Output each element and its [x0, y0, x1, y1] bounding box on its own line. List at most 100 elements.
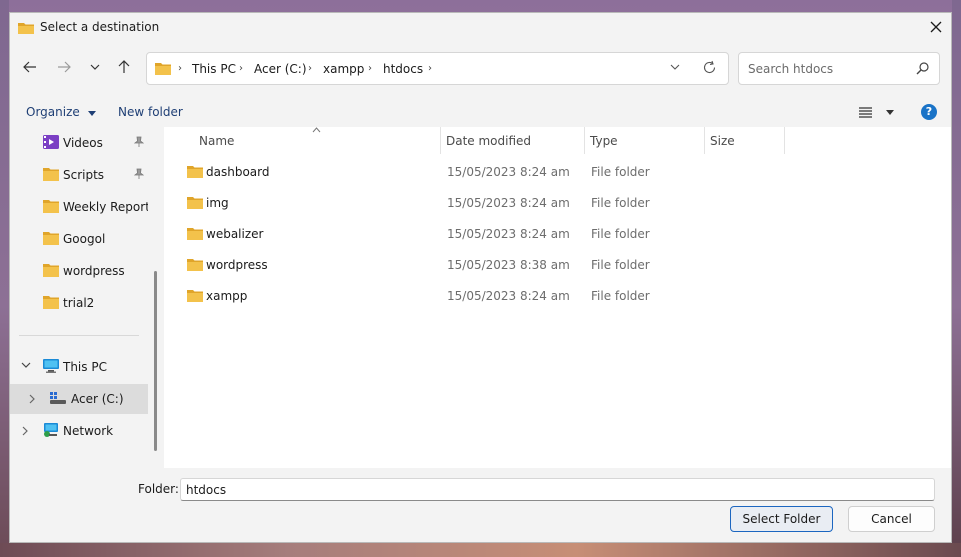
breadcrumb-xampp[interactable]: xampp [323, 62, 364, 76]
file-name: webalizer [206, 227, 264, 241]
file-list: Name Date modified Type Size dashboard 1… [164, 127, 951, 468]
nav-item-label: Googol [63, 232, 106, 246]
folder-name-input[interactable] [180, 478, 935, 501]
nav-item-wordpress[interactable]: wordpress [10, 256, 148, 286]
folder-icon [43, 296, 59, 309]
nav-item-label: wordpress [63, 264, 125, 278]
file-date: 15/05/2023 8:38 am [447, 258, 570, 272]
chevron-right-icon[interactable] [29, 394, 36, 404]
nav-item-weekly-reporting[interactable]: Weekly Reportin [10, 192, 148, 222]
select-destination-dialog: Select a destination › This PC › Acer (C… [9, 12, 952, 543]
column-header-date[interactable]: Date modified [440, 127, 584, 154]
nav-item-label: Weekly Reportin [63, 200, 148, 214]
forward-button[interactable] [52, 55, 76, 79]
chevron-down-icon[interactable] [21, 362, 31, 369]
desktop-wallpaper-bottom [0, 543, 961, 557]
chevron-right-icon: › [368, 63, 372, 74]
breadcrumb-acer-c[interactable]: Acer (C:) [254, 62, 307, 76]
column-header-label: Size [710, 134, 735, 148]
navigation-pane: Videos Scripts Weekly Reportin Googol [10, 127, 148, 468]
folder-icon [187, 166, 203, 178]
column-divider[interactable] [784, 127, 785, 154]
file-name: xampp [206, 289, 248, 303]
folder-icon [43, 232, 59, 245]
folder-icon [187, 228, 203, 240]
table-row[interactable]: xampp 15/05/2023 8:24 am File folder [164, 281, 764, 311]
chevron-right-icon: › [178, 63, 182, 74]
file-name: wordpress [206, 258, 268, 272]
breadcrumb-this-pc[interactable]: This PC [192, 62, 236, 76]
search-input[interactable]: Search htdocs [738, 52, 940, 85]
column-header-name[interactable]: Name [164, 127, 440, 154]
nav-item-this-pc[interactable]: This PC [10, 352, 148, 382]
chevron-right-icon: › [308, 63, 312, 74]
new-folder-button[interactable]: New folder [118, 105, 183, 119]
nav-item-acer-c[interactable]: Acer (C:) [10, 384, 148, 414]
column-header-size[interactable]: Size [704, 127, 784, 154]
dialog-footer: Folder: Select Folder Cancel [10, 468, 951, 542]
sort-ascending-icon [312, 127, 321, 133]
title-bar: Select a destination [10, 13, 951, 43]
table-row[interactable]: img 15/05/2023 8:24 am File folder [164, 188, 764, 218]
caret-down-icon [885, 110, 894, 115]
recent-locations-button[interactable] [83, 55, 107, 79]
breadcrumb-htdocs[interactable]: htdocs [383, 62, 423, 76]
nav-item-label: trial2 [63, 296, 95, 310]
help-icon[interactable]: ? [921, 104, 937, 120]
address-bar[interactable]: › This PC › Acer (C:) › xampp › htdocs › [146, 52, 729, 85]
organize-menu-button[interactable]: Organize [26, 105, 96, 119]
network-icon [44, 423, 58, 437]
arrow-up-icon [118, 60, 130, 73]
column-header-type[interactable]: Type [584, 127, 704, 154]
folder-icon [187, 259, 203, 271]
refresh-icon[interactable] [702, 60, 717, 75]
back-button[interactable] [18, 55, 42, 79]
select-folder-button[interactable]: Select Folder [730, 506, 833, 532]
chevron-right-icon[interactable] [22, 426, 29, 436]
nav-item-googol[interactable]: Googol [10, 224, 148, 254]
desktop-wallpaper-right [952, 0, 961, 557]
nav-item-label: Network [63, 424, 114, 438]
view-options-button[interactable] [859, 106, 894, 121]
search-placeholder: Search htdocs [748, 62, 834, 76]
folder-icon [18, 23, 34, 34]
folder-icon [43, 200, 59, 213]
file-name: img [206, 196, 229, 210]
cancel-button[interactable]: Cancel [848, 506, 935, 532]
folder-icon [43, 168, 59, 181]
table-row[interactable]: wordpress 15/05/2023 8:38 am File folder [164, 250, 764, 280]
file-date: 15/05/2023 8:24 am [447, 227, 570, 241]
folder-icon [187, 290, 203, 302]
nav-item-videos[interactable]: Videos [10, 128, 148, 158]
table-row[interactable]: dashboard 15/05/2023 8:24 am File folder [164, 157, 764, 187]
arrow-left-icon [23, 61, 36, 73]
nav-item-network[interactable]: Network [10, 416, 148, 446]
navigation-scrollbar[interactable] [154, 271, 157, 451]
desktop-wallpaper-left [0, 0, 9, 557]
folder-label: Folder: [138, 482, 179, 496]
nav-divider [19, 335, 139, 336]
arrow-right-icon [58, 61, 71, 73]
pin-icon [134, 168, 144, 179]
computer-icon [43, 359, 59, 373]
nav-item-trial2[interactable]: trial2 [10, 288, 148, 318]
list-view-icon [859, 107, 872, 118]
nav-item-label: Scripts [63, 168, 105, 182]
caret-down-icon [87, 111, 96, 116]
close-button[interactable] [921, 13, 951, 41]
chevron-right-icon: › [239, 63, 243, 74]
nav-item-scripts[interactable]: Scripts [10, 160, 148, 190]
file-date: 15/05/2023 8:24 am [447, 289, 570, 303]
table-row[interactable]: webalizer 15/05/2023 8:24 am File folder [164, 219, 764, 249]
file-date: 15/05/2023 8:24 am [447, 165, 570, 179]
nav-item-label: Videos [63, 136, 103, 150]
address-history-chevron-icon[interactable] [669, 61, 681, 73]
file-date: 15/05/2023 8:24 am [447, 196, 570, 210]
up-button[interactable] [112, 55, 136, 79]
column-header-label: Type [590, 134, 618, 148]
close-icon [930, 21, 942, 33]
folder-icon [155, 63, 171, 75]
organize-label: Organize [26, 105, 80, 119]
file-type: File folder [591, 196, 650, 210]
search-icon [916, 62, 929, 75]
